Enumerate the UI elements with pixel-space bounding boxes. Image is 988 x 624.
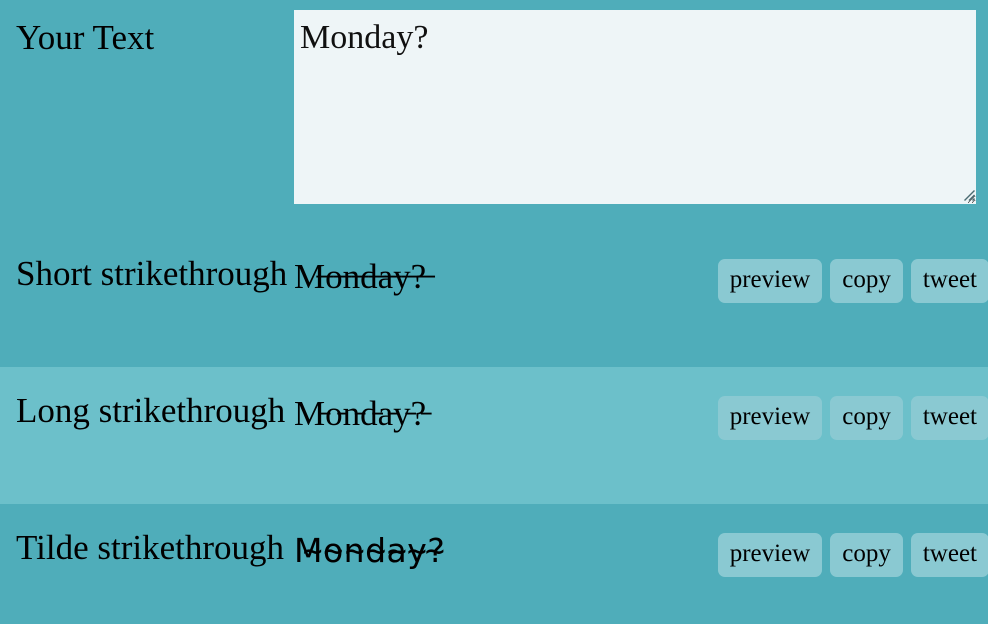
result-row-tilde-strikethrough: Tilde strikethrough M̴o̴n̴d̴a̴y̴?̴ previ… (0, 504, 988, 624)
row-output-long-strikethrough[interactable]: M̵o̵n̵d̵a̵y̵?̵ (294, 373, 718, 437)
text-input-section: Your Text (0, 0, 988, 230)
tweet-button-short-strikethrough[interactable]: tweet (910, 259, 988, 303)
result-row-long-strikethrough: Long strikethrough M̵o̵n̵d̵a̵y̵?̵ previe… (0, 367, 988, 504)
preview-button-tilde-strikethrough[interactable]: preview (717, 533, 823, 577)
result-row-short-strikethrough: Short strikethrough M̶o̶n̶d̶a̶y̶?̶ previ… (0, 230, 988, 367)
row-actions-tilde-strikethrough: preview copy tweet (717, 510, 988, 577)
source-text-input[interactable] (294, 10, 976, 204)
row-label-short-strikethrough: Short strikethrough (16, 254, 288, 293)
row-output-tilde-strikethrough[interactable]: M̴o̴n̴d̴a̴y̴?̴ (294, 510, 718, 574)
tweet-button-long-strikethrough[interactable]: tweet (910, 396, 988, 440)
your-text-label: Your Text (16, 18, 155, 57)
strikethrough-generator-app: Your Text Short strikethrough M̶o̶n̶d̶a̶… (0, 0, 988, 624)
row-output-short-strikethrough[interactable]: M̶o̶n̶d̶a̶y̶?̶ (294, 236, 718, 300)
row-actions-long-strikethrough: preview copy tweet (717, 373, 988, 440)
tweet-button-tilde-strikethrough[interactable]: tweet (910, 533, 988, 577)
row-actions-short-strikethrough: preview copy tweet (717, 236, 988, 303)
row-label-tilde-strikethrough: Tilde strikethrough (16, 528, 285, 567)
copy-button-tilde-strikethrough[interactable]: copy (830, 533, 903, 577)
preview-button-long-strikethrough[interactable]: preview (717, 396, 823, 440)
textarea-container (294, 0, 988, 204)
row-label-long-strikethrough: Long strikethrough (16, 391, 286, 430)
copy-button-long-strikethrough[interactable]: copy (830, 396, 903, 440)
copy-button-short-strikethrough[interactable]: copy (830, 259, 903, 303)
preview-button-short-strikethrough[interactable]: preview (717, 259, 823, 303)
